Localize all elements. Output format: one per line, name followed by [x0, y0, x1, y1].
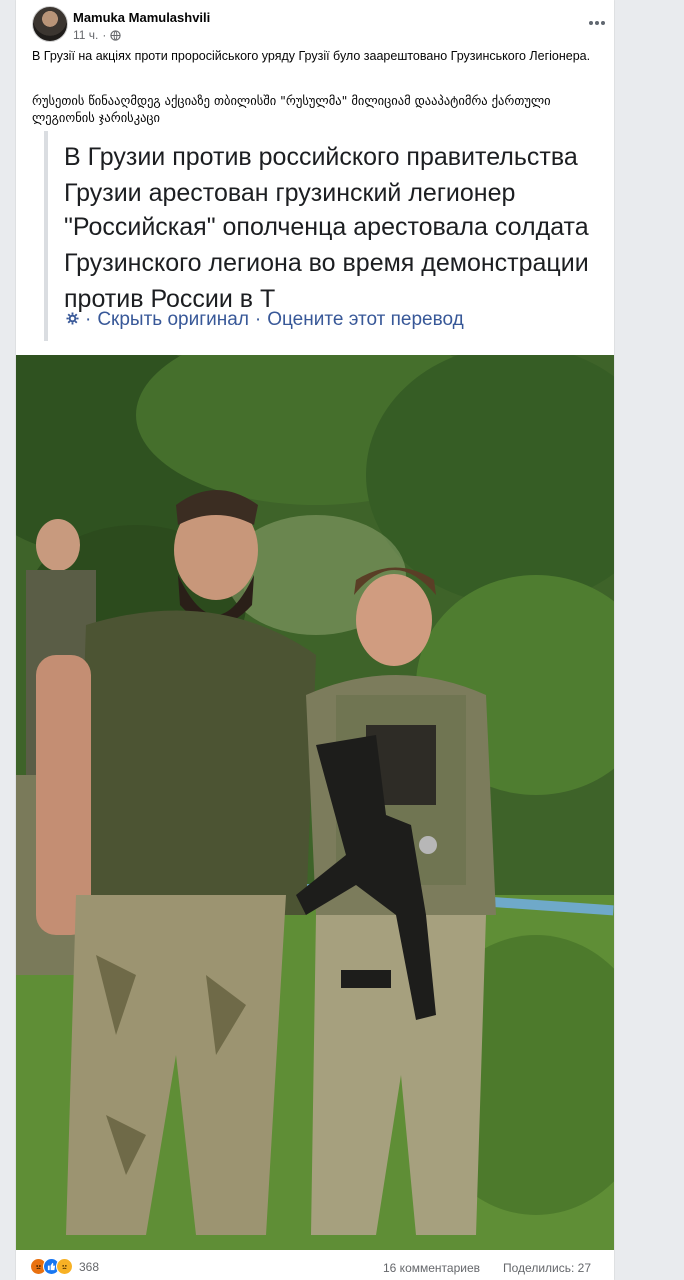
- reactions-count: 368: [79, 1259, 100, 1274]
- translation-line: "Российская" ополченца арестовала солдат…: [64, 213, 589, 313]
- post-text: В Грузії на акціях проти проросійського …: [32, 49, 591, 63]
- globe-icon: [110, 29, 122, 41]
- original-text: რუსეთის წინააღმდეგ აქციაზე თბილისში "რუს…: [32, 93, 551, 125]
- avatar[interactable]: [32, 6, 68, 42]
- post-meta: 11 ч. ·: [73, 28, 122, 42]
- translation-text: В Грузии против российского правительств…: [64, 139, 614, 315]
- hide-original-link[interactable]: Скрыть оригинал: [97, 309, 249, 331]
- post-time[interactable]: 11 ч.: [73, 28, 98, 42]
- shares-link[interactable]: Поделились: 27: [503, 1261, 591, 1275]
- post-header: Mamuka Mamulashvili 11 ч. ·: [32, 6, 614, 46]
- post-photo[interactable]: [16, 355, 614, 1250]
- comments-link[interactable]: 16 комментариев: [383, 1261, 480, 1275]
- post-footer: 368 16 комментариев Поделились: 27: [16, 1250, 614, 1280]
- author-name[interactable]: Mamuka Mamulashvili: [73, 10, 210, 25]
- separator: ·: [254, 309, 262, 330]
- gear-icon: [66, 309, 79, 331]
- more-options-icon[interactable]: [584, 12, 610, 34]
- translation-block: В Грузии против российского правительств…: [44, 131, 618, 341]
- meta-dot: ·: [102, 28, 107, 42]
- photo-illustration: [16, 355, 614, 1250]
- reactions[interactable]: 368: [30, 1258, 99, 1275]
- sad-reaction-icon: [56, 1258, 73, 1275]
- separator: ·: [85, 309, 92, 330]
- translation-line: В Грузии против российского правительств…: [64, 143, 578, 207]
- translation-links: · Скрыть оригинал · Оцените этот перевод: [66, 309, 464, 331]
- rate-translation-link[interactable]: Оцените этот перевод: [267, 309, 463, 331]
